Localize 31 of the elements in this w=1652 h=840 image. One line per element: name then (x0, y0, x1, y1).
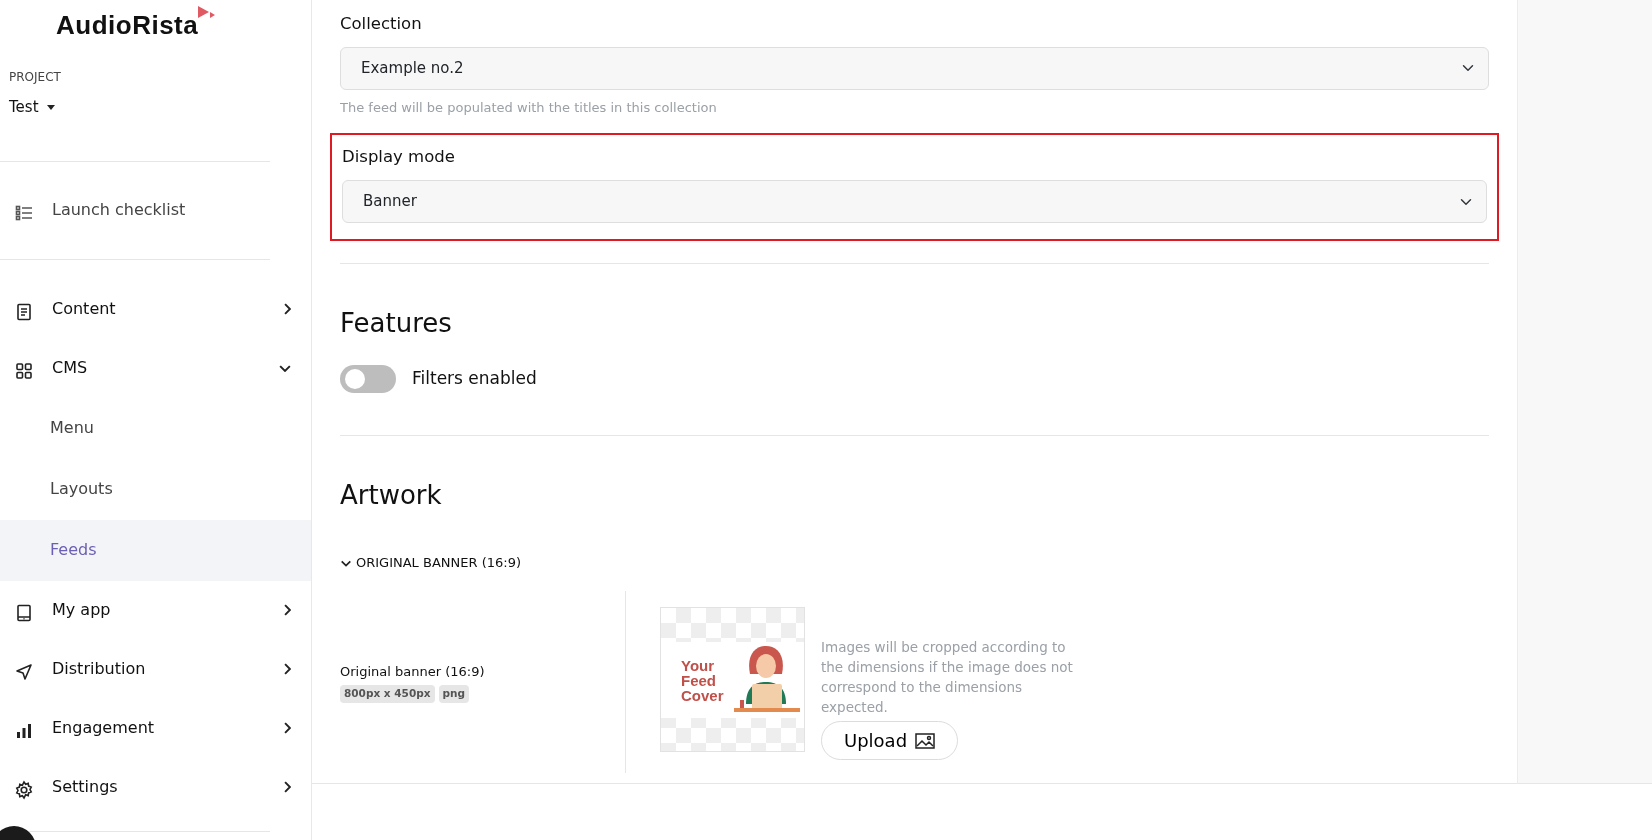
tag: png (438, 685, 469, 703)
image-icon (915, 732, 936, 749)
brand-logo: AudioRista (56, 9, 199, 42)
help-text: The feed will be populated with the titles in this collection (340, 98, 718, 117)
caret-icon (46, 104, 55, 110)
toggle-label: Filters enabled (412, 367, 537, 391)
sidebar-item[interactable]: Settings (0, 757, 311, 817)
sidebar-item[interactable]: Engagement (0, 698, 311, 758)
help-text: Images will be cropped according to the dimensions if the image does not correspond to the dimensions expected. (821, 638, 1074, 718)
collection-select[interactable]: Example no.2 (340, 46, 1489, 90)
sidebar-subitem[interactable]: Feeds (0, 519, 311, 581)
collapse-toggle[interactable]: ORIGINAL BANNER (16:9) (340, 553, 521, 573)
upload-button[interactable]: Upload (821, 721, 959, 761)
project-label: PROJECT (8, 69, 62, 86)
field-label: Display mode (342, 146, 456, 169)
sidebar-item[interactable]: Content (0, 279, 311, 339)
sidebar-subitem[interactable]: Menu (0, 397, 311, 459)
section-heading: Artwork (340, 479, 443, 512)
cover-title: Your Feed Cover (681, 657, 724, 703)
sidebar-item[interactable]: Launch checklist (0, 161, 311, 259)
sidebar-item[interactable]: My app (0, 580, 311, 640)
project-dropdown[interactable]: Test (9, 96, 55, 119)
sidebar-item[interactable]: CMS (0, 338, 311, 398)
toggle-switch[interactable] (340, 365, 396, 393)
sidebar-subitem[interactable]: Layouts (0, 458, 311, 520)
tag: 800px x 450px (340, 685, 435, 703)
sidebar-item[interactable]: Distribution (0, 639, 311, 699)
field-label: Collection (340, 13, 423, 35)
section-heading: Features (340, 307, 453, 340)
display-mode-select[interactable]: Banner (342, 180, 1487, 223)
image-name: Original banner (16:9) (340, 662, 486, 681)
